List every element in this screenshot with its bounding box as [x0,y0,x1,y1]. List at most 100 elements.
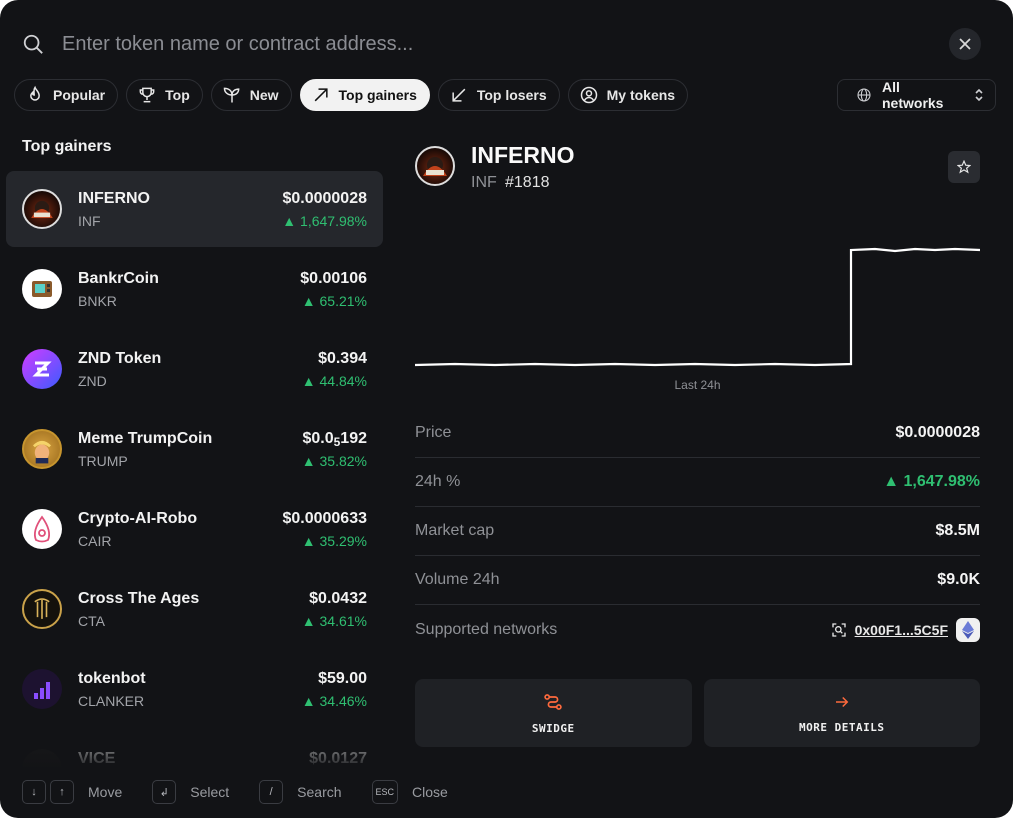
esc-key: ESC [371,780,399,804]
sprout-icon [223,87,240,103]
route-icon [544,693,562,710]
token-name: Crypto-AI-Robo [78,510,198,527]
vice-avatar [22,749,62,767]
detail-token-name: INFERNO [471,142,575,168]
token-price: $0.00106 [300,270,367,287]
network-selector-label: All networks [882,79,944,111]
token-price: $0.0432 [309,590,367,607]
token-row-crypto-ai-robo[interactable]: Crypto-AI-Robo CAIR $0.0000633 ▲ 35.29% [6,491,383,567]
tab-top[interactable]: Top [126,79,203,111]
token-row-meme-trumpcoin[interactable]: Meme TrumpCoin TRUMP $0.05192 ▲ 35.82% [6,411,383,487]
token-row-znd-token[interactable]: ZND Token ZND $0.394 ▲ 44.84% [6,331,383,407]
token-row-cross-the-ages[interactable]: Cross The Ages CTA $0.0432 ▲ 34.61% [6,571,383,647]
token-price: $59.00 [318,670,367,687]
swidge-button[interactable]: SWIDGE [415,679,692,747]
tab-top-gainers[interactable]: Top gainers [299,79,430,111]
slash-key: / [259,780,284,804]
token-symbol: CAIR [78,533,112,549]
detail-token-rank: #1818 [505,174,550,191]
price-tail: 192 [340,430,367,447]
token-change: ▲ 1,647.98% [282,213,367,229]
tab-my-tokens[interactable]: My tokens [567,79,689,111]
network-selector[interactable]: All networks [837,79,996,111]
tab-top-losers[interactable]: Top losers [437,79,560,111]
token-stats: Price $0.0000028 24h % ▲ 1,647.98% Marke… [415,409,980,654]
token-symbol: TRUMP [78,453,128,469]
stat-value: $0.0000028 [895,424,980,441]
stat-label: Market cap [415,522,495,539]
bankrcoin-avatar [22,269,62,309]
stat-value: $9.0K [937,571,980,588]
token-name: Cross The Ages [78,590,200,607]
stat-change-24h: 24h % ▲ 1,647.98% [415,458,980,507]
stat-value: ▲ 1,647.98% [883,473,980,490]
stat-label: Supported networks [415,620,558,638]
star-icon [957,160,971,174]
tab-label: My tokens [606,87,676,103]
inferno-avatar [22,189,62,229]
token-symbol: INF [78,213,101,229]
token-change: ▲ 35.29% [301,533,367,549]
token-row-bankrcoin[interactable]: BankrCoin BNKR $0.00106 ▲ 65.21% [6,251,383,327]
tab-label: Top gainers [338,87,417,103]
token-change: ▲ 34.61% [301,613,367,629]
trend-up-icon [314,88,328,102]
token-price: $0.0127 [309,750,367,767]
token-name: VICE [78,750,116,767]
token-price: $0.394 [318,350,367,367]
token-change: ▲ 35.82% [301,453,367,469]
more-details-label: MORE DETAILS [799,720,885,734]
tab-label: Popular [53,87,106,103]
token-symbol: ZND [78,373,107,389]
tab-label: Top losers [476,87,547,103]
stat-price: Price $0.0000028 [415,409,980,458]
ethereum-network-badge[interactable] [956,617,980,642]
contract-address-link[interactable]: 0x00F1...5C5F [855,622,948,638]
token-list[interactable]: INFERNO INF $0.0000028 ▲ 1,647.98% Bankr… [6,171,383,767]
enter-key: ↲ [152,780,177,804]
token-name: tokenbot [78,670,146,687]
cross-the-ages-avatar [22,589,62,629]
tab-label: New [249,87,279,103]
tab-new[interactable]: New [210,79,292,111]
meme-trumpcoin-avatar [22,429,62,469]
trophy-icon [139,87,155,103]
arrow-down-key: ↓ [22,780,46,804]
stat-label: Volume 24h [415,571,500,588]
more-details-button[interactable]: MORE DETAILS [703,679,980,747]
keyboard-hints: ↓ ↑ Move ↲ Select / Search ESC Close [22,779,478,805]
stat-supported-networks: Supported networks 0x00F1...5C5F [415,605,980,654]
chevron-updown-icon [975,88,983,102]
token-price: $0.05192 [302,430,367,449]
token-row-inferno[interactable]: INFERNO INF $0.0000028 ▲ 1,647.98% [6,171,383,247]
token-change: ▲ 65.21% [301,293,367,309]
token-change: ▲ 34.46% [301,693,367,709]
token-name: INFERNO [78,190,150,207]
token-row-vice[interactable]: VICE $0.0127 [6,731,383,767]
close-icon [959,38,971,50]
move-hint: Move [88,784,123,800]
ethereum-icon [962,620,974,639]
search-input[interactable] [62,32,981,56]
close-hint: Close [412,784,448,800]
trend-down-icon [452,88,466,102]
stat-value: $8.5M [935,522,980,539]
detail-token-avatar [415,146,455,186]
token-symbol: CTA [78,613,105,629]
scan-icon[interactable] [831,622,847,638]
stat-label: Price [415,424,452,441]
znd-token-avatar [22,349,62,389]
swidge-label: SWIDGE [531,721,575,735]
token-symbol: BNKR [78,293,117,309]
favorite-button[interactable] [948,151,980,183]
token-search-modal: Popular Top New Top gainers Top losers M… [0,0,1013,818]
tab-popular[interactable]: Popular [14,79,119,111]
search-icon [23,34,43,54]
tab-label: Top [165,87,190,103]
stat-market-cap: Market cap $8.5M [415,507,980,556]
token-row-tokenbot[interactable]: tokenbot CLANKER $59.00 ▲ 34.46% [6,651,383,727]
close-button[interactable] [949,28,981,60]
stat-label: 24h % [415,473,461,490]
arrow-right-icon [835,696,849,707]
globe-icon [857,88,871,102]
